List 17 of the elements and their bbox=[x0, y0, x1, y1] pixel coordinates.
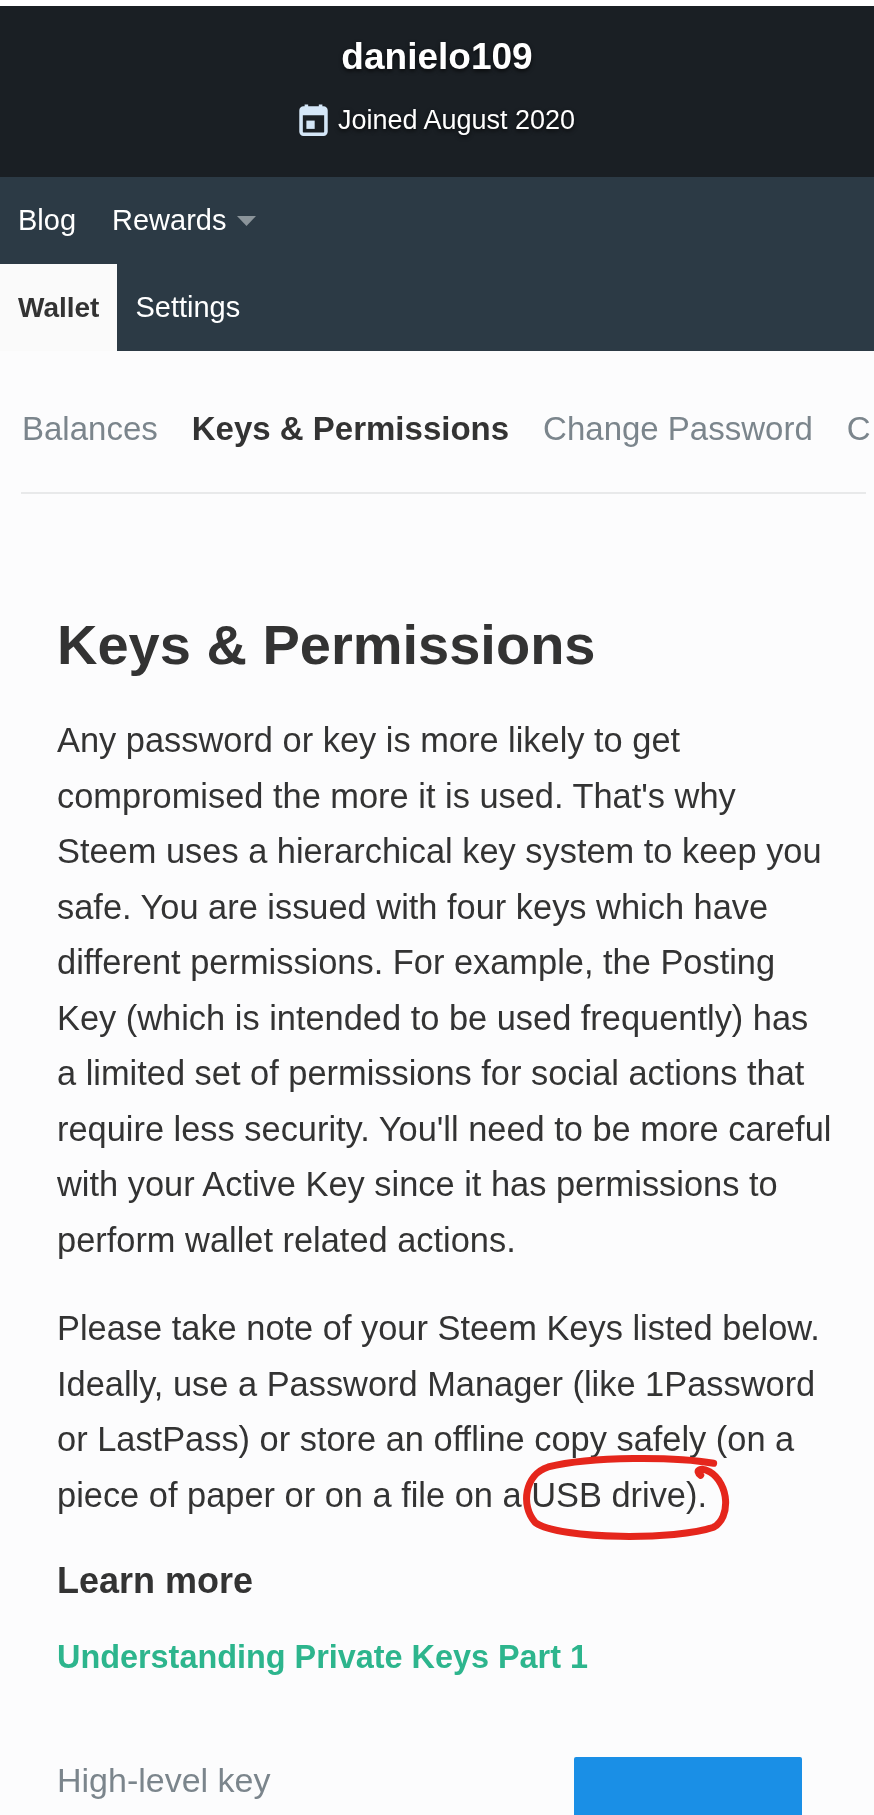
calendar-icon bbox=[298, 104, 328, 136]
key-label: High-level key bbox=[57, 1760, 271, 1800]
username: danielo109 bbox=[341, 36, 533, 78]
section-tab[interactable]: Change Password bbox=[543, 409, 813, 449]
learn-more-heading: Learn more bbox=[57, 1560, 255, 1602]
nav-tab[interactable]: Settings bbox=[117, 264, 259, 351]
action-button[interactable] bbox=[574, 1757, 802, 1815]
section-tab[interactable]: Keys & Permissions bbox=[191, 409, 510, 449]
nav-tab[interactable]: Blog bbox=[0, 177, 95, 264]
page-heading: Keys & Permissions bbox=[57, 613, 597, 677]
section-tab[interactable]: Balances bbox=[22, 409, 158, 449]
nav-tab[interactable]: Wallet bbox=[0, 264, 118, 351]
nav-tab[interactable]: Rewards bbox=[94, 177, 275, 264]
body-paragraph: Any password or key is more likely to get compromised the more it is used. That's why Steem uses a hierarchical key system to keep you safe. You are issued with four keys which have different permissions. For example, the Posting Key (which is intended to be used frequently) has a limited set of permissions for social actions that require less security. You'll need to be more careful with your Active Key since it has permissions to perform wallet related actions. bbox=[57, 720, 833, 1261]
join-date: Joined August 2020 bbox=[337, 104, 576, 136]
body-paragraph: Please take note of your Steem Keys listed below. Ideally, use a Password Manager (like 1Password or LastPass) or store an offline copy safely (on a piece of paper or on a file on a USB drive). bbox=[57, 1308, 821, 1516]
section-tab[interactable]: C bbox=[846, 409, 871, 449]
